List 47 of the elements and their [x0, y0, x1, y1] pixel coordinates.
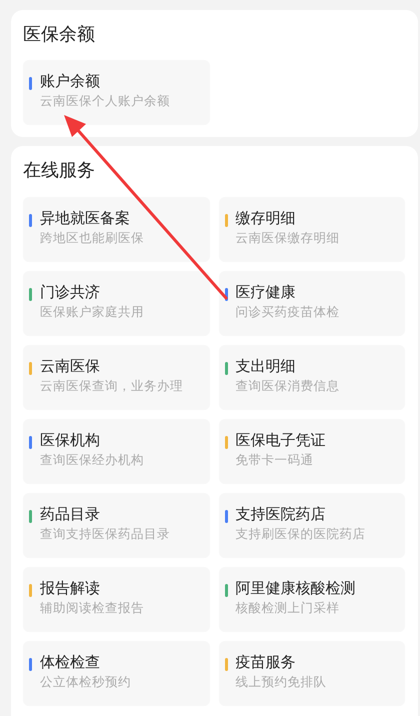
tile-subtitle: 云南医保个人账户余额: [40, 92, 171, 110]
service-tile[interactable]: 门诊共济 医保账户家庭共用: [23, 271, 210, 336]
tile-title: 医疗健康: [236, 282, 296, 303]
service-tile[interactable]: 账户余额 云南医保个人账户余额: [23, 60, 210, 125]
tile-subtitle: 线上预约免排队: [236, 673, 328, 691]
tile-title: 体检检查: [40, 652, 101, 673]
tile-subtitle: 医保账户家庭共用: [40, 303, 145, 321]
service-tile[interactable]: 支持医院药店 支持刷医保的医院药店: [218, 493, 405, 558]
service-tile[interactable]: 体检检查 公立体检秒预约: [23, 641, 210, 706]
section-title: 医保余额: [23, 23, 96, 47]
tile-subtitle: 查询医保经办机构: [40, 451, 145, 469]
tile-title: 账户余额: [40, 71, 101, 92]
tile-subtitle: 公立体检秒预约: [40, 673, 132, 691]
service-tile[interactable]: 异地就医备案 跨地区也能刷医保: [23, 197, 210, 262]
service-tile[interactable]: 报告解读 辅助阅读检查报告: [23, 567, 210, 632]
tile-title: 阿里健康核酸检测: [236, 578, 356, 599]
service-tile[interactable]: 支出明细 查询医保消费信息: [218, 345, 405, 410]
tile-title: 异地就医备案: [40, 208, 131, 229]
tile-subtitle: 跨地区也能刷医保: [40, 229, 145, 247]
tile-subtitle: 查询支持医保药品目录: [40, 525, 171, 543]
service-tile[interactable]: 医疗健康 问诊买药疫苗体检: [218, 271, 405, 336]
tile-subtitle: 查询医保消费信息: [236, 377, 340, 395]
service-tile[interactable]: 缴存明细 云南医保缴存明细: [218, 197, 405, 262]
service-tile[interactable]: 疫苗服务 线上预约免排队: [218, 641, 405, 706]
tile-title: 缴存明细: [236, 208, 296, 229]
tile-title: 药品目录: [40, 504, 101, 525]
tile-title: 支出明细: [236, 356, 296, 377]
tile-subtitle: 免带卡一码通: [236, 451, 314, 469]
tile-subtitle: 核酸检测上门采样: [236, 599, 340, 617]
tile-subtitle: 支持刷医保的医院药店: [236, 525, 366, 543]
service-tile[interactable]: 医保电子凭证 免带卡一码通: [218, 419, 405, 484]
tile-subtitle: 问诊买药疫苗体检: [236, 303, 340, 321]
service-tile[interactable]: 医保机构 查询医保经办机构: [23, 419, 210, 484]
tile-title: 医保电子凭证: [236, 430, 326, 451]
tile-subtitle: 辅助阅读检查报告: [40, 599, 145, 617]
tile-title: 疫苗服务: [236, 652, 296, 673]
section-title: 在线服务: [23, 159, 96, 183]
tile-subtitle: 云南医保缴存明细: [236, 229, 340, 247]
service-tile[interactable]: 云南医保 云南医保查询，业务办理: [23, 345, 210, 410]
tile-title: 云南医保: [40, 356, 101, 377]
service-tile[interactable]: 阿里健康核酸检测 核酸检测上门采样: [218, 567, 405, 632]
tile-title: 支持医院药店: [236, 504, 326, 525]
service-tile[interactable]: 药品目录 查询支持医保药品目录: [23, 493, 210, 558]
tile-title: 报告解读: [40, 578, 101, 599]
tile-title: 医保机构: [40, 430, 101, 451]
tile-title: 门诊共济: [40, 282, 101, 303]
tile-subtitle: 云南医保查询，业务办理: [40, 377, 184, 395]
